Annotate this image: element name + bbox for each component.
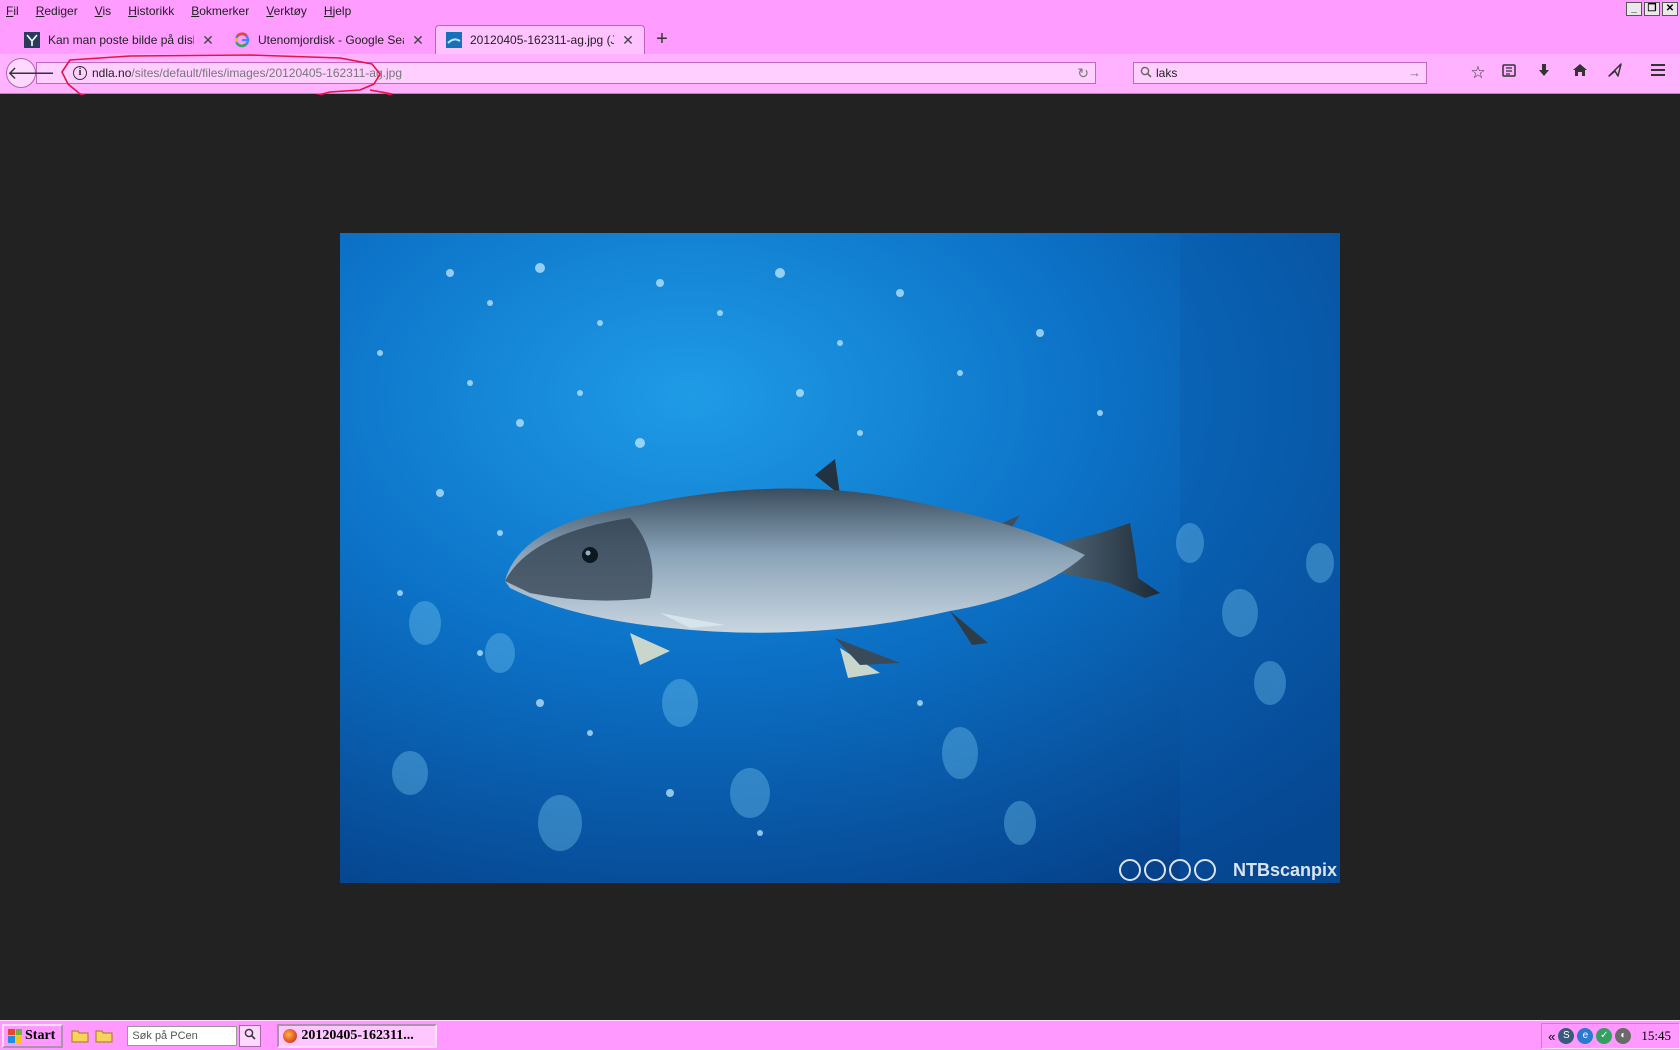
search-bar[interactable]: laks → [1133,62,1427,84]
hamburger-menu-icon[interactable] [1647,62,1669,84]
tray-expand-button[interactable]: « [1548,1029,1555,1044]
steam-icon[interactable]: S [1558,1028,1575,1044]
tab-bar: Kan man poste bilde på diskus... ✕ Uteno… [0,22,1680,54]
google-icon [234,31,250,48]
reload-icon[interactable]: ↻ [1077,65,1089,82]
menu-bookmarks[interactable]: Bokmerker [185,1,255,21]
close-icon[interactable]: ✕ [410,32,426,48]
home-icon[interactable] [1569,62,1591,84]
back-arrow-icon: 🡐 [7,63,56,83]
taskbar-search-button[interactable] [239,1024,262,1047]
window-controls: _ ❐ ✕ [1626,2,1678,16]
browser-window: Fil Rediger Vis Historikk Bokmerker Verk… [0,0,1680,1050]
url-path: /sites/default/files/images/20120405-162… [131,66,403,80]
windows-logo-icon [8,1028,22,1043]
tab-ndla-forum[interactable]: Kan man poste bilde på diskus... ✕ [14,25,224,54]
system-tray: « S e ✓ ◐ 15:45 [1541,1023,1680,1049]
url-domain: ndla.no [92,66,132,80]
tab-title: 20120405-162311-ag.jpg (JP... [470,33,614,47]
tab-image-active[interactable]: 20120405-162311-ag.jpg (JP... ✕ [435,25,645,54]
firefox-icon [283,1028,298,1043]
minimize-button[interactable]: _ [1626,2,1642,16]
menu-bar: Fil Rediger Vis Historikk Bokmerker Verk… [0,0,1680,22]
ndla-favicon-icon [24,31,40,48]
taskbar: Start Søk på PCen 20120405-162311... « S… [0,1020,1680,1050]
close-window-button[interactable]: ✕ [1662,2,1678,16]
tab-title: Kan man poste bilde på diskus... [48,32,194,47]
download-icon[interactable] [1533,62,1555,84]
menu-tools[interactable]: Verktøy [260,1,313,21]
tab-google-search[interactable]: Utenomjordisk - Google Search ✕ [224,25,434,54]
search-icon [245,1028,256,1040]
url-bar[interactable]: i ndla.no/sites/default/files/images/201… [36,62,1096,84]
salmon-photo[interactable]: NTBscanpix [340,233,1340,883]
close-icon[interactable]: ✕ [200,32,216,48]
search-input[interactable]: laks [1156,66,1177,80]
site-info-icon[interactable]: i [73,66,87,80]
search-go-arrow-icon[interactable]: → [1408,65,1421,80]
image-file-icon [446,32,462,48]
menu-help[interactable]: Hjelp [318,1,357,21]
menu-file[interactable]: Fil [0,1,25,21]
new-tab-button[interactable]: + [652,29,672,50]
navigation-toolbar: i ndla.no/sites/default/files/images/201… [0,54,1680,94]
menu-edit[interactable]: Rediger [30,1,84,21]
network-icon[interactable]: e [1577,1028,1594,1044]
taskbar-window-button[interactable]: 20120405-162311... [277,1023,438,1048]
folder-icon[interactable] [95,1029,113,1043]
bookmark-star-icon[interactable]: ☆ [1467,62,1489,84]
tab-title: Utenomjordisk - Google Search [258,32,404,47]
url-text[interactable]: ndla.no/sites/default/files/images/20120… [92,66,402,80]
folder-icon[interactable] [71,1029,89,1043]
taskbar-search-input[interactable]: Søk på PCen [127,1025,238,1046]
start-label: Start [25,1027,56,1043]
search-icon [1140,66,1152,81]
volume-icon[interactable]: ◐ [1615,1028,1632,1044]
bookmarks-list-icon[interactable] [1498,62,1520,84]
menu-view[interactable]: Vis [89,1,117,21]
restore-button[interactable]: ❐ [1644,2,1660,16]
clock: 15:45 [1641,1028,1671,1043]
start-button[interactable]: Start [2,1023,64,1048]
menu-history[interactable]: Historikk [122,1,180,21]
image-viewer: NTBscanpix [0,95,1680,1020]
back-button[interactable]: 🡐 [6,58,55,88]
watermark-brand: NTBscanpix [1233,860,1337,880]
close-icon[interactable]: ✕ [620,32,636,48]
security-icon[interactable]: ✓ [1596,1028,1613,1044]
task-label: 20120405-162311... [301,1027,414,1043]
send-arrow-icon[interactable] [1604,62,1626,84]
